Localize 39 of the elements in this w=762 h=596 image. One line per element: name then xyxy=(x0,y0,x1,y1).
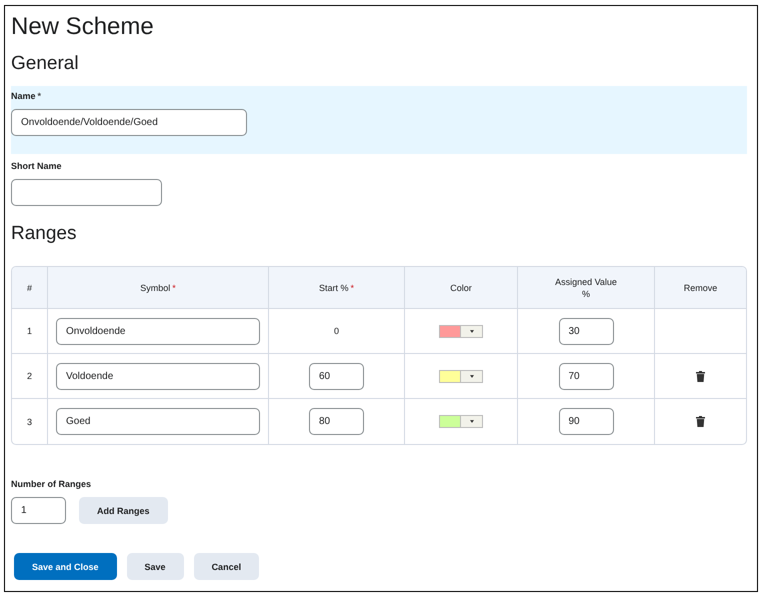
color-picker[interactable] xyxy=(439,415,483,428)
start-value: 0 xyxy=(334,326,339,336)
action-button[interactable]: Cancel xyxy=(194,553,260,580)
color-picker[interactable] xyxy=(439,324,483,338)
start-field[interactable]: 80 xyxy=(309,408,364,435)
symbol-field[interactable]: Goed xyxy=(56,408,260,435)
number-of-ranges-field[interactable]: 1 xyxy=(11,497,66,524)
column-header: Color xyxy=(405,267,518,309)
assigned-value-field[interactable]: 90 xyxy=(558,408,614,435)
color-picker[interactable] xyxy=(439,370,483,382)
symbol-field[interactable]: Voldoende xyxy=(56,362,260,390)
field-label: Name * xyxy=(11,90,42,102)
caret-icon xyxy=(470,420,474,423)
row-number: 2 xyxy=(12,354,48,399)
assigned-value-field[interactable]: 30 xyxy=(558,318,614,344)
caret-icon xyxy=(470,330,474,332)
field-label: Number of Ranges xyxy=(11,478,92,490)
action-button[interactable]: Save xyxy=(126,553,184,580)
symbol-field[interactable]: Onvoldoende xyxy=(56,318,260,344)
action-button[interactable]: Save and Close xyxy=(14,553,117,580)
trash-icon[interactable] xyxy=(696,370,705,382)
column-header: # xyxy=(12,267,48,309)
section-heading: General xyxy=(11,52,80,76)
add-ranges-button[interactable]: Add Ranges xyxy=(79,497,168,524)
section-heading: Ranges xyxy=(11,222,78,246)
field-label: Short Name xyxy=(11,160,63,172)
column-header: Symbol * xyxy=(48,267,269,309)
short-name-field[interactable] xyxy=(11,179,162,206)
column-header: Remove xyxy=(655,267,746,309)
row-number: 3 xyxy=(12,399,48,444)
column-header: Assigned Value % xyxy=(518,267,655,309)
name-field[interactable]: Onvoldoende/Voldoende/Goed xyxy=(11,109,247,136)
caret-icon xyxy=(470,374,474,378)
column-header: Start % * xyxy=(269,267,405,309)
start-field[interactable]: 60 xyxy=(309,362,364,390)
trash-icon[interactable] xyxy=(696,416,705,427)
row-number: 1 xyxy=(12,309,48,354)
assigned-value-field[interactable]: 70 xyxy=(558,362,614,390)
page-title: New Scheme xyxy=(11,12,155,42)
